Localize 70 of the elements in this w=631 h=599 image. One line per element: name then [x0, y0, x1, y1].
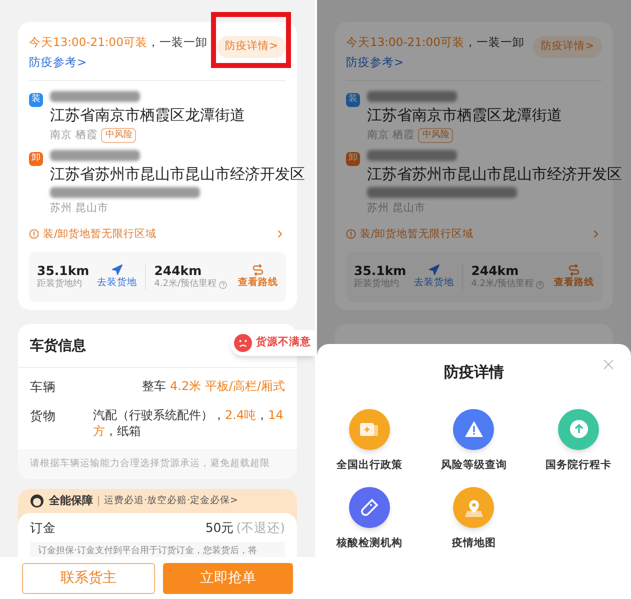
- stop-city: 苏州 昆山市: [50, 200, 108, 216]
- deposit-description: 订金担保·订金支付到平台用于订货订金，您装货后，将: [30, 542, 285, 559]
- warning-icon: [464, 420, 484, 438]
- info-icon: [346, 229, 356, 240]
- epidemic-details-button[interactable]: 防疫详情>: [533, 36, 602, 58]
- navigate-button[interactable]: 去装货地: [97, 264, 138, 290]
- distance-label: 距装货地约: [354, 278, 400, 291]
- service-item[interactable]: 核酸检测机构: [317, 487, 422, 552]
- help-icon[interactable]: [536, 280, 544, 289]
- section-title: 车货信息: [30, 337, 86, 356]
- service-item[interactable]: 疫情地图: [422, 487, 526, 552]
- contact-shipper-button[interactable]: 联系货主: [22, 562, 154, 594]
- map-pin-icon: [464, 498, 484, 518]
- service-item[interactable]: 风险等级查询: [422, 408, 526, 474]
- view-route-button[interactable]: 查看路线: [554, 264, 594, 290]
- distance-label: 距装货地约: [37, 278, 83, 291]
- stop-badge: 卸: [29, 152, 43, 166]
- stop-badge: 装: [346, 93, 360, 107]
- avatar-icon: [30, 494, 44, 508]
- deposit-note: (不退还): [236, 519, 285, 537]
- stop-badge: 卸: [346, 152, 360, 166]
- distance-value: 35.1km: [37, 263, 90, 278]
- grab-order-button[interactable]: 立即抢单: [162, 562, 293, 594]
- field-value: 汽配（行驶系统配件），2.4吨，14方，纸箱: [93, 406, 284, 439]
- risk-tag: 中风险: [101, 128, 136, 144]
- navigation-arrow-icon: [428, 264, 440, 276]
- risk-tag: 中风险: [418, 128, 454, 144]
- stop-city: 南京 栖霞: [367, 128, 414, 143]
- stop-city: 苏州 昆山市: [367, 200, 426, 216]
- help-icon[interactable]: [218, 280, 227, 289]
- test-tube-icon: [359, 498, 380, 518]
- deposit-label: 订金: [30, 519, 56, 537]
- mileage-value: 244km: [471, 263, 520, 278]
- mileage-value: 244km: [154, 263, 203, 278]
- guarantee-link[interactable]: 运费必追·放空必赔·定金必保>: [104, 494, 238, 508]
- feedback-button[interactable]: 货源不满意: [230, 330, 315, 356]
- restriction-notice[interactable]: 装/卸货地暂无限行区域: [346, 226, 602, 242]
- navigation-arrow-icon: [111, 264, 124, 276]
- mileage-label: 4.2米/预估里程: [471, 278, 534, 291]
- stop-address: 江苏省苏州市昆山市昆山市经济开发区: [50, 164, 305, 184]
- epidemic-details-button[interactable]: 防疫详情>: [217, 36, 286, 58]
- deposit-amount: 50元: [205, 519, 234, 537]
- guarantee-title: 全能保障: [49, 492, 93, 509]
- service-item[interactable]: 全国出行政策: [317, 408, 422, 474]
- stop-city: 南京 栖霞: [50, 128, 98, 143]
- notice-text: 装/卸货地暂无限行区域: [43, 226, 157, 242]
- navigate-button[interactable]: 去装货地: [414, 264, 454, 290]
- route-icon: [252, 264, 264, 276]
- field-value: 整车 4.2米 平板/高栏/厢式: [141, 378, 285, 395]
- restriction-notice[interactable]: 装/卸货地暂无限行区域: [29, 226, 286, 242]
- route-icon: [568, 264, 580, 276]
- distance-value: 35.1km: [354, 263, 406, 278]
- tip-text: 请根据车辆运输能力合理选择货源承运，避免超载超限: [18, 448, 297, 479]
- arrow-up-circle-icon: [568, 419, 589, 439]
- service-item[interactable]: 国务院行程卡: [526, 408, 631, 474]
- sheet-title: 防疫详情: [444, 362, 504, 383]
- info-icon: [29, 229, 39, 240]
- stop-badge: 装: [29, 93, 43, 107]
- stop-address: 江苏省南京市栖霞区龙潭街道: [50, 105, 245, 125]
- stop-address: 江苏省南京市栖霞区龙潭街道: [367, 105, 562, 125]
- view-route-button[interactable]: 查看路线: [238, 264, 278, 290]
- sad-face-icon: [234, 334, 252, 352]
- field-label: 车辆: [30, 378, 56, 396]
- stop-address: 江苏省苏州市昆山市昆山市经济开发区: [367, 164, 622, 184]
- calendar-plus-icon: [359, 420, 380, 438]
- notice-text: 装/卸货地暂无限行区域: [360, 226, 474, 242]
- loading-time-text: 今天13:00-21:00可装，一装一卸 防疫参考>: [346, 34, 526, 71]
- field-label: 货物: [30, 406, 56, 425]
- mileage-label: 4.2米/预估里程: [154, 278, 217, 291]
- loading-time-text: 今天13:00-21:00可装，一装一卸 防疫参考>: [29, 34, 208, 71]
